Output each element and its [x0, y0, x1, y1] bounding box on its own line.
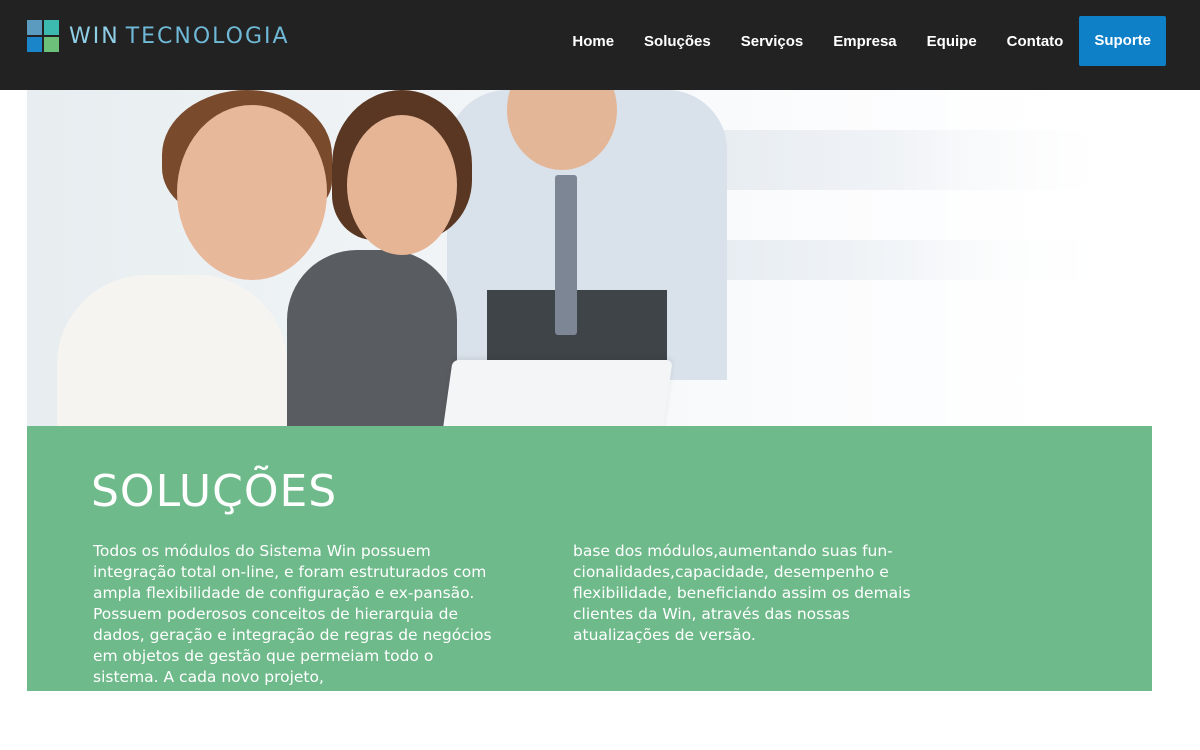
hero-fade [892, 90, 1152, 426]
suporte-button[interactable]: Suporte [1079, 16, 1166, 66]
brand-word-tecnologia: TECNOLOGIA [125, 23, 290, 49]
main-nav: Home Soluções Serviços Empresa Equipe Co… [572, 16, 1166, 66]
four-squares-logo-icon [27, 20, 59, 52]
nav-contato[interactable]: Contato [1007, 33, 1064, 50]
nav-solucoes[interactable]: Soluções [644, 33, 711, 50]
brand-logo[interactable]: WIN TECNOLOGIA [27, 20, 290, 52]
nav-empresa[interactable]: Empresa [833, 33, 896, 50]
brand-word-win: WIN [69, 23, 120, 49]
woman-face [177, 105, 327, 280]
man-tie [555, 175, 577, 335]
nav-home[interactable]: Home [572, 33, 614, 50]
solutions-text-col2: base dos módulos,aumentando suas fun-cio… [573, 542, 911, 644]
solutions-text-col1: Todos os módulos do Sistema Win possuem … [93, 542, 492, 686]
man-belt [487, 290, 667, 370]
section-title: SOLUÇÕES [91, 466, 338, 517]
woman-face [347, 115, 457, 255]
laptop [441, 360, 673, 426]
brand-name: WIN TECNOLOGIA [69, 24, 290, 49]
woman-dark-dress [287, 250, 457, 426]
solutions-section: SOLUÇÕES Todos os módulos do Sistema Win… [27, 426, 1152, 691]
top-navbar: WIN TECNOLOGIA Home Soluções Serviços Emp… [0, 0, 1200, 90]
nav-equipe[interactable]: Equipe [927, 33, 977, 50]
hero-image [27, 90, 1152, 426]
woman-white-shirt [57, 275, 287, 426]
nav-servicos[interactable]: Serviços [741, 33, 804, 50]
